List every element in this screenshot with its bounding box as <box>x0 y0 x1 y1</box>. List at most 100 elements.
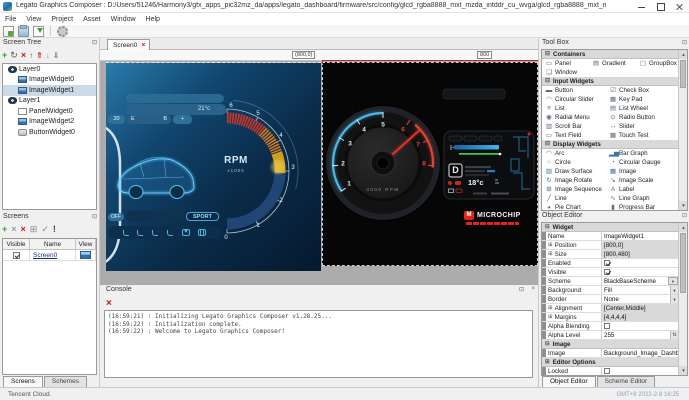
canvas-widget-imagewidget1[interactable]: 12345678 4000 RPM D 18°c M MICROCHIP <box>322 62 538 266</box>
dropdown-icon[interactable]: ▼ <box>670 295 678 303</box>
expand-icon[interactable]: ⊞ <box>548 305 553 311</box>
move-to-top-icon[interactable]: ⇑ <box>36 51 43 60</box>
dock-pin-icon[interactable]: ⊡ <box>92 213 97 220</box>
settings-gear-icon[interactable] <box>57 26 68 37</box>
toolbox-section-input-widgets[interactable]: ⊟Input Widgets <box>542 77 678 86</box>
object-editor-tab-scheme-editor[interactable]: Scheme Editor <box>597 376 656 387</box>
toolbox-item-window[interactable]: ❏Window <box>542 68 589 77</box>
design-canvas[interactable]: (800,0) 800 <box>100 50 538 284</box>
property-section-widget[interactable]: ⊟Widget <box>542 223 678 232</box>
menu-help[interactable]: Help <box>146 16 160 23</box>
object-editor-scrollbar[interactable]: ▲ ▼ <box>678 223 687 375</box>
toolbox-item-check-box[interactable]: ☑Check Box <box>606 86 678 95</box>
menu-window[interactable]: Window <box>111 16 136 23</box>
warning-icon[interactable]: ! <box>53 224 56 234</box>
toolbox-item-slider[interactable]: ↔Slider <box>606 122 678 131</box>
toolbox-item-radio-button[interactable]: ⊙Radio Button <box>606 113 678 122</box>
scroll-down-icon[interactable]: ▼ <box>679 201 688 210</box>
dock-pin-icon[interactable]: ⊡ <box>682 39 687 46</box>
toolbox-item-line-graph[interactable]: ∿Line Graph <box>606 194 678 203</box>
dock-pin-icon[interactable]: ⊡ <box>92 39 97 46</box>
validate-icon[interactable]: ✓ <box>41 224 49 235</box>
toolbox-section-display-widgets[interactable]: ⊟Display Widgets <box>542 140 678 149</box>
property-value-alignment[interactable]: [Center,Middle] <box>602 304 678 312</box>
screen-view-icon[interactable] <box>80 251 91 259</box>
toolbox-item-text-field[interactable]: ▭Text Field <box>542 131 606 140</box>
property-value-locked[interactable] <box>602 367 678 375</box>
toolbox-item-bar-graph[interactable]: ▂▅Bar Graph <box>606 149 678 158</box>
screens-tab-schemes[interactable]: Schemes <box>44 376 87 387</box>
spinner-icon[interactable]: ⇅ <box>670 331 678 339</box>
minimize-button[interactable] <box>632 0 651 13</box>
menu-view[interactable]: View <box>26 16 41 23</box>
property-value-scheme[interactable]: BlackBaseScheme▼ <box>602 277 678 285</box>
menu-asset[interactable]: Asset <box>83 16 101 23</box>
scrollbar-thumb[interactable] <box>680 233 686 293</box>
scheme-dropdown-button[interactable]: ▼ <box>668 277 678 285</box>
view-cell[interactable] <box>76 250 96 261</box>
open-project-icon[interactable] <box>18 26 29 37</box>
collapse-icon[interactable]: ⊟ <box>545 78 550 84</box>
close-button[interactable] <box>670 0 689 13</box>
tree-item-imagewidget2[interactable]: ImageWidget2 <box>3 117 96 128</box>
tree-item-imagewidget1[interactable]: ImageWidget1 <box>3 85 96 96</box>
toolbox-item-image-sequence[interactable]: ⊞Image Sequence <box>542 185 606 194</box>
toolbox-item-circular-slider[interactable]: ◠Circular Slider <box>542 95 606 104</box>
maximize-button[interactable] <box>651 0 670 13</box>
scroll-down-icon[interactable]: ▼ <box>679 366 688 375</box>
checkbox[interactable] <box>604 368 610 374</box>
property-value-image[interactable]: Background_Image_Dashboard <box>602 349 678 357</box>
visible-checkbox[interactable] <box>13 252 20 259</box>
property-value-margins[interactable]: [4,4,4,4] <box>602 313 678 321</box>
toolbox-item-gradient[interactable]: ▤Gradient <box>589 59 636 68</box>
collapse-icon[interactable]: ⊟ <box>545 341 550 347</box>
property-value-size[interactable]: [800,480] <box>602 250 678 258</box>
tree-item-imagewidget0[interactable]: ImageWidget0 <box>3 75 96 86</box>
tree-item-layer0[interactable]: Layer0 <box>3 64 96 75</box>
property-value-border[interactable]: None▼ <box>602 295 678 303</box>
screen-name-link[interactable]: Screen0 <box>33 252 57 259</box>
expand-icon[interactable]: ⊞ <box>548 251 553 257</box>
toolbox-section-containers[interactable]: ⊟Containers <box>542 50 678 59</box>
toolbox-item-panel[interactable]: ▭Panel <box>542 59 589 68</box>
toolbox-item-pie-chart[interactable]: ◕Pie Chart <box>542 203 606 211</box>
property-value-position[interactable]: [800,0] <box>602 241 678 249</box>
move-to-bottom-icon[interactable]: ⇓ <box>53 51 60 60</box>
collapse-icon[interactable]: ⊞ <box>545 359 550 365</box>
scroll-up-icon[interactable]: ▲ <box>679 50 688 59</box>
expand-icon[interactable]: ⊞ <box>548 242 553 248</box>
toolbox-item-list-wheel[interactable]: ▤List Wheel <box>606 104 678 113</box>
remove-icon[interactable]: × <box>11 224 16 234</box>
toolbox-item-circular-gauge[interactable]: ◔Circular Gauge <box>606 158 678 167</box>
delete-screen-icon[interactable]: × <box>21 224 26 234</box>
reload-icon[interactable]: ↻ <box>10 51 18 60</box>
toolbox-item-progress-bar[interactable]: ▮Progress Bar <box>606 203 678 211</box>
toolbox-item-draw-surface[interactable]: ▨Draw Surface <box>542 167 606 176</box>
toolbox-item-image-rotate[interactable]: ↻Image Rotate <box>542 176 606 185</box>
table-row[interactable]: Screen0 <box>3 250 96 261</box>
object-editor-tab-object-editor[interactable]: Object Editor <box>542 376 596 387</box>
tab-close-icon[interactable]: × <box>141 43 145 49</box>
toolbox-item-line[interactable]: ╱Line <box>542 194 606 203</box>
menu-project[interactable]: Project <box>51 16 73 23</box>
toolbox-item-circle[interactable]: ○Circle <box>542 158 606 167</box>
tree-item-layer1[interactable]: Layer1 <box>3 96 96 107</box>
name-cell[interactable]: Screen0 <box>30 250 76 261</box>
dock-pin-icon[interactable]: ⊡ <box>682 212 687 219</box>
toolbox-item-key-pad[interactable]: ▦Key Pad <box>606 95 678 104</box>
move-up-icon[interactable]: ↑ <box>29 51 33 60</box>
collapse-icon[interactable]: ⊟ <box>545 224 550 230</box>
property-section-image[interactable]: ⊟Image <box>542 340 678 349</box>
property-value-background[interactable]: Fill▼ <box>602 286 678 294</box>
toolbox-item-label[interactable]: ALabel <box>606 185 678 194</box>
property-value-alpha-blending[interactable] <box>602 322 678 330</box>
checkbox[interactable] <box>604 269 610 275</box>
toolbox-item-button[interactable]: ▬Button <box>542 86 606 95</box>
duplicate-screen-icon[interactable]: ⊞ <box>30 224 38 235</box>
new-project-icon[interactable] <box>3 26 14 37</box>
tree-item-panelwidget0[interactable]: PanelWidget0 <box>3 106 96 117</box>
toolbox-item-touch-test[interactable]: ▩Touch Test <box>606 131 678 140</box>
move-down-icon[interactable]: ↓ <box>46 51 50 60</box>
import-icon[interactable] <box>33 26 44 37</box>
checkbox[interactable] <box>604 323 610 329</box>
